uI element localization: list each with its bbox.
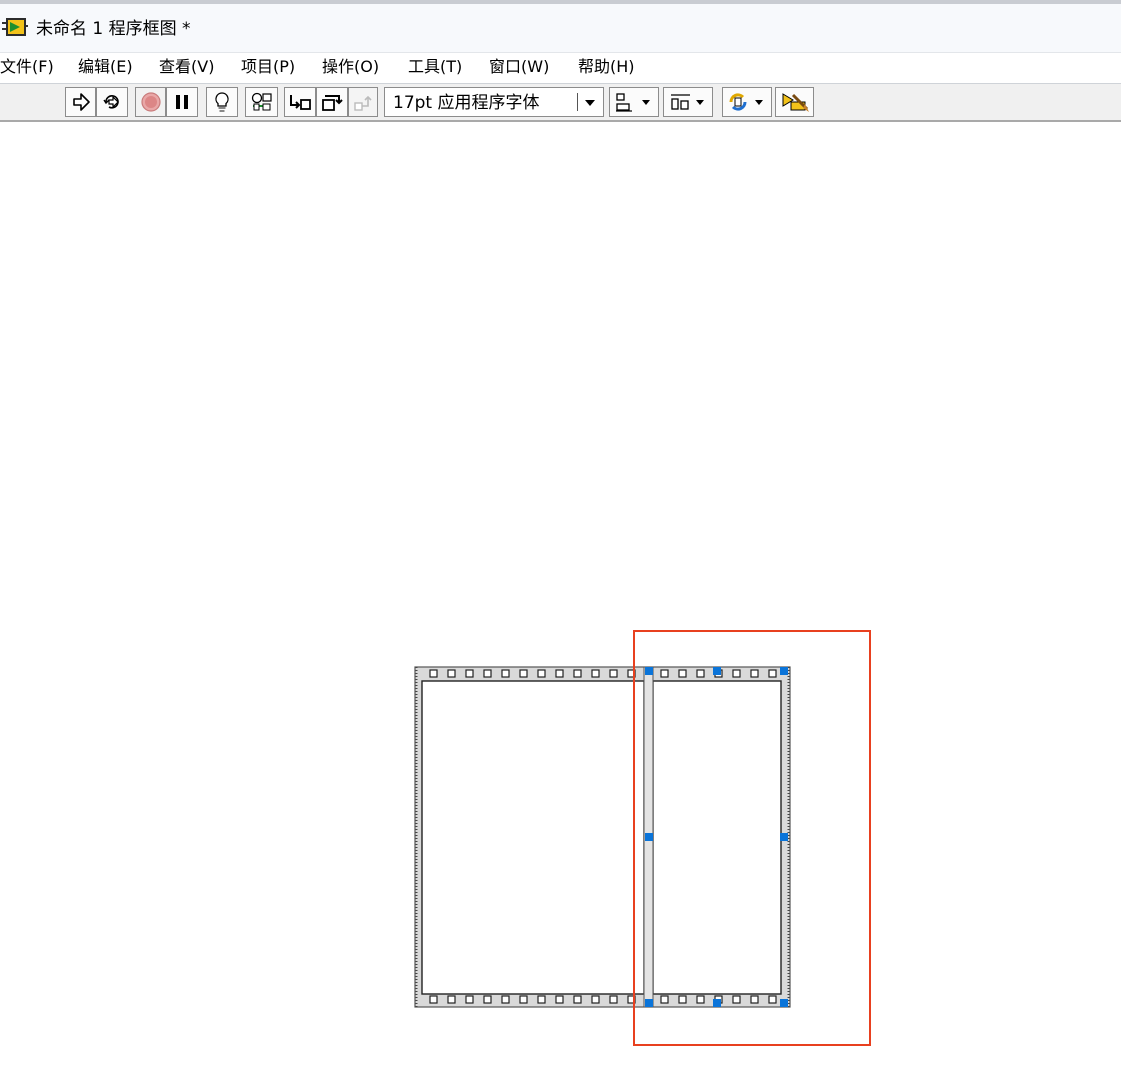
film-hole <box>591 995 600 1004</box>
sequence-frame-1[interactable] <box>421 680 645 995</box>
step-into-icon <box>290 95 311 110</box>
run-continuously-button[interactable] <box>96 87 128 117</box>
film-hole <box>591 669 600 678</box>
step-over-button[interactable] <box>316 87 348 117</box>
pause-icon <box>176 95 188 109</box>
align-objects-button[interactable] <box>609 87 659 117</box>
film-hole <box>519 669 528 678</box>
film-hole <box>555 995 564 1004</box>
film-hole <box>465 995 474 1004</box>
run-continuously-icon <box>103 95 119 109</box>
film-hole <box>609 995 618 1004</box>
film-hole <box>537 669 546 678</box>
step-into-button[interactable] <box>284 87 316 117</box>
font-select-value: 17pt 应用程序字体 <box>393 93 540 113</box>
menu-operate[interactable]: 操作(O) <box>322 57 379 77</box>
run-button[interactable] <box>65 87 96 117</box>
menu-edit[interactable]: 编辑(E) <box>78 57 133 77</box>
film-hole <box>501 669 510 678</box>
pause-button[interactable] <box>166 87 198 117</box>
font-select[interactable]: 17pt 应用程序字体 <box>384 87 604 117</box>
film-hole <box>447 669 456 678</box>
film-hole <box>501 995 510 1004</box>
film-hole <box>573 995 582 1004</box>
font-select-divider <box>577 93 578 111</box>
menu-file[interactable]: 文件(F) <box>0 57 54 77</box>
abort-button[interactable] <box>135 87 166 117</box>
film-hole <box>519 995 528 1004</box>
film-hole <box>609 669 618 678</box>
menu-help[interactable]: 帮助(H) <box>578 57 635 77</box>
film-hole <box>537 995 546 1004</box>
film-hole <box>465 669 474 678</box>
reorder-button[interactable] <box>722 87 772 117</box>
step-over-icon <box>322 95 343 111</box>
film-hole <box>555 669 564 678</box>
film-hole <box>573 669 582 678</box>
flat-sequence-structure[interactable] <box>0 122 1121 1081</box>
film-hole <box>483 669 492 678</box>
menu-tools[interactable]: 工具(T) <box>408 57 462 77</box>
film-hole <box>429 669 438 678</box>
menu-project[interactable]: 项目(P) <box>241 57 295 77</box>
align-objects-icon <box>616 93 650 112</box>
retain-wire-values-button[interactable] <box>245 87 278 117</box>
labview-vi-icon <box>2 18 28 36</box>
distribute-objects-button[interactable] <box>663 87 713 117</box>
menu-window[interactable]: 窗口(W) <box>489 57 549 77</box>
clean-up-diagram-icon <box>782 93 809 112</box>
menu-view[interactable]: 查看(V) <box>159 57 214 77</box>
step-out-button[interactable] <box>348 87 378 117</box>
block-diagram-canvas[interactable] <box>0 122 1121 1081</box>
menu-bar: 文件(F) 编辑(E) 查看(V) 项目(P) 操作(O) 工具(T) 窗口(W… <box>0 53 1121 84</box>
retain-wire-values-icon <box>251 92 272 111</box>
abort-icon <box>140 92 161 112</box>
highlight-execution-icon <box>215 92 229 112</box>
title-bar: 未命名 1 程序框图 * <box>0 0 1121 53</box>
film-hole <box>447 995 456 1004</box>
clean-up-diagram-button[interactable] <box>775 87 814 117</box>
distribute-objects-icon <box>671 94 704 110</box>
film-hole <box>483 995 492 1004</box>
film-hole <box>429 995 438 1004</box>
run-icon <box>72 93 90 111</box>
highlight-execution-button[interactable] <box>206 87 238 117</box>
window-title: 未命名 1 程序框图 * <box>36 19 191 39</box>
step-out-icon <box>354 95 372 111</box>
annotation-highlight-box <box>633 630 871 1046</box>
chevron-down-icon <box>585 100 595 106</box>
toolbar: 17pt 应用程序字体 <box>0 84 1121 122</box>
reorder-icon <box>729 93 763 111</box>
